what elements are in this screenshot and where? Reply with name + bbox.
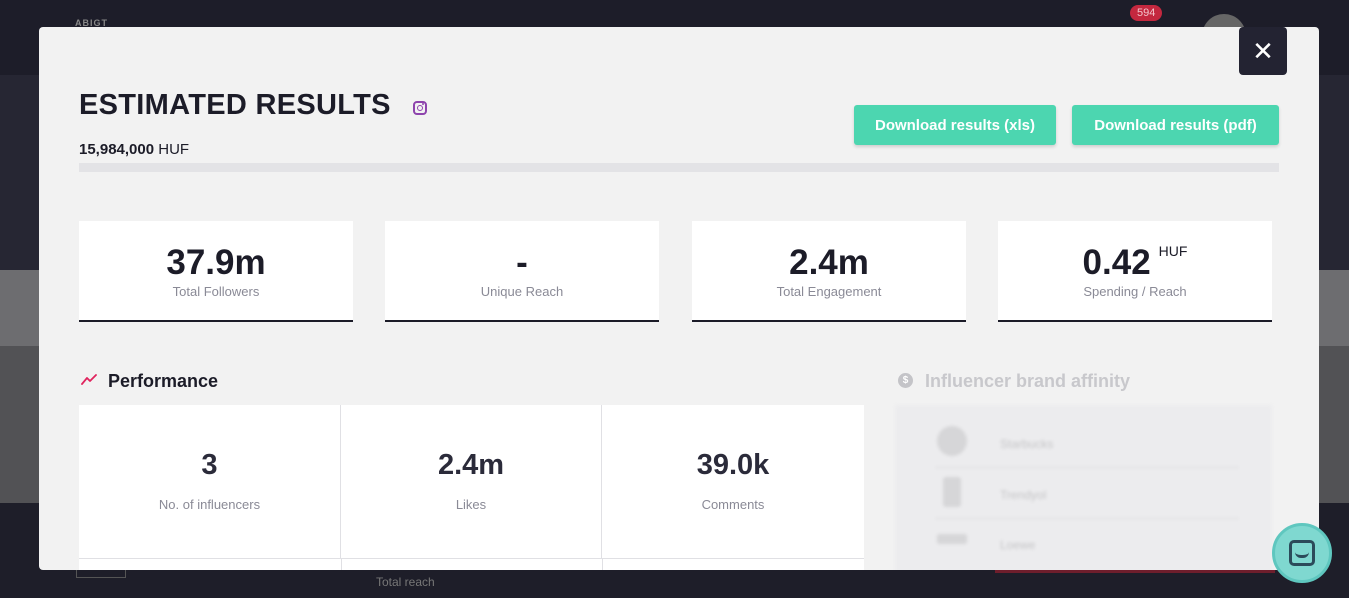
stat-card-spending-per-reach: 0.42 HUF Spending / Reach bbox=[998, 221, 1272, 322]
brand-logo bbox=[937, 426, 967, 456]
brand-logo bbox=[943, 477, 961, 507]
performance-grid: 3 No. of influencers 2.4m Likes 39.0k Co… bbox=[79, 405, 864, 570]
chat-icon bbox=[1289, 540, 1315, 566]
brand-name: Trendyol bbox=[1000, 488, 1047, 502]
stat-card-total-followers: 37.9m Total Followers bbox=[79, 221, 353, 322]
performance-label: Comments bbox=[701, 497, 765, 512]
stat-unit: HUF bbox=[1158, 243, 1188, 259]
stat-value: 2.4m bbox=[789, 243, 869, 282]
stat-number: 0.42 bbox=[1082, 243, 1151, 282]
stat-value: - bbox=[516, 243, 528, 282]
stat-value: 0.42 HUF bbox=[998, 243, 1272, 283]
stat-label: Spending / Reach bbox=[1083, 284, 1187, 299]
performance-column-divider bbox=[341, 559, 342, 570]
download-xls-button[interactable]: Download results (xls) bbox=[854, 105, 1056, 145]
instagram-icon bbox=[413, 101, 427, 115]
brand-row-divider bbox=[935, 467, 1239, 468]
stat-label: Total Engagement bbox=[776, 284, 882, 299]
performance-title: Performance bbox=[108, 371, 219, 391]
background-total-reach-label: Total reach bbox=[376, 575, 435, 589]
brand-row-divider bbox=[935, 518, 1239, 519]
brand-name: Loewe bbox=[1000, 538, 1036, 552]
budget-progress-bar bbox=[79, 163, 1279, 172]
dollar-icon: $ bbox=[898, 373, 913, 388]
brand-name: Starbucks bbox=[1000, 437, 1054, 451]
budget-currency: HUF bbox=[158, 141, 190, 158]
performance-cell-comments: 39.0k Comments bbox=[602, 405, 864, 558]
modal-title: ESTIMATED RESULTS bbox=[79, 89, 391, 121]
performance-cell-likes: 2.4m Likes bbox=[341, 405, 602, 558]
performance-value: 39.0k bbox=[696, 449, 770, 481]
trend-line-icon bbox=[81, 374, 97, 385]
performance-column-divider bbox=[602, 559, 603, 570]
stat-label: Total Followers bbox=[172, 284, 260, 299]
performance-row-divider bbox=[79, 558, 864, 559]
performance-label: No. of influencers bbox=[158, 497, 261, 512]
performance-label: Likes bbox=[455, 497, 487, 512]
performance-value: 3 bbox=[201, 449, 218, 481]
notification-badge: 594 bbox=[1130, 5, 1163, 21]
close-button[interactable]: ✕ bbox=[1239, 27, 1287, 75]
download-pdf-button[interactable]: Download results (pdf) bbox=[1072, 105, 1279, 145]
estimated-results-modal: ESTIMATED RESULTS 15,984,000 HUF Downloa… bbox=[39, 27, 1319, 570]
stat-value: 37.9m bbox=[166, 243, 266, 282]
performance-cell-influencers: 3 No. of influencers bbox=[79, 405, 341, 558]
budget-amount: 15,984,000 HUF bbox=[79, 141, 189, 158]
close-icon: ✕ bbox=[1252, 35, 1274, 66]
brand-affinity-panel: Starbucks Trendyol Loewe bbox=[895, 405, 1272, 570]
stat-card-total-engagement: 2.4m Total Engagement bbox=[692, 221, 966, 322]
stat-label: Unique Reach bbox=[480, 284, 564, 299]
brand-logo bbox=[937, 534, 967, 544]
budget-value: 15,984,000 bbox=[79, 141, 155, 158]
stat-card-unique-reach: - Unique Reach bbox=[385, 221, 659, 322]
brand-affinity-title: Influencer brand affinity bbox=[925, 371, 1131, 391]
performance-value: 2.4m bbox=[437, 449, 505, 481]
chat-widget-button[interactable] bbox=[1272, 523, 1332, 583]
